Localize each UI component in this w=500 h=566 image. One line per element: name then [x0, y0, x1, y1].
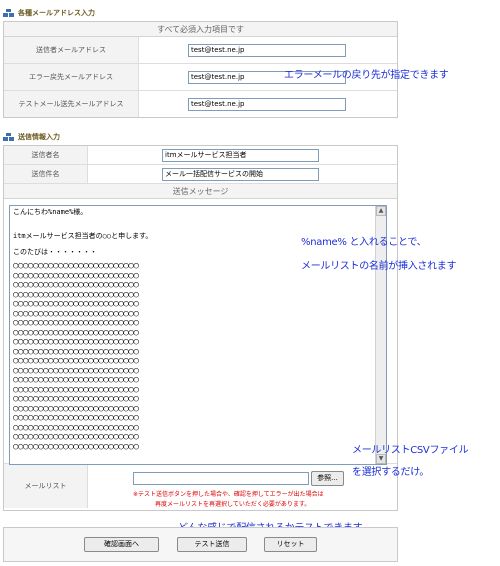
subject-row: 送信件名 メール一括配信サービスの開始 — [4, 165, 397, 184]
message-circle-rows: ○○○○○○○○○○○○○○○○○○○○○○○○○ ○○○○○○○○○○○○○○○… — [13, 261, 283, 452]
sender-address-row: 送信者メールアドレス test@test.ne.jp — [4, 37, 397, 64]
test-address-input[interactable]: test@test.ne.jp — [188, 97, 346, 111]
sender-address-label: 送信者メールアドレス — [4, 37, 139, 63]
message-circle-row: ○○○○○○○○○○○○○○○○○○○○○○○○○ — [13, 441, 139, 452]
address-section-title: 各種メールアドレス入力 — [18, 9, 95, 17]
sender-name-label: 送信者名 — [4, 146, 88, 164]
test-address-label: テストメール送先メールアドレス — [4, 91, 139, 117]
error-return-note: エラーメールの戻り先が指定できます — [284, 70, 449, 81]
sender-address-input[interactable]: test@test.ne.jp — [188, 43, 346, 57]
send-section-title: 送信情報入力 — [18, 133, 60, 141]
test-send-button[interactable]: テスト送信 — [177, 537, 247, 552]
send-section-heading: 送信情報入力 — [3, 131, 60, 143]
browse-button[interactable]: 参照... — [311, 471, 344, 486]
test-address-row: テストメール送先メールアドレス test@test.ne.jp — [4, 91, 397, 117]
csv-note-line1: メールリストCSVファイル — [352, 445, 469, 456]
required-notice: すべて必須入力項目です — [4, 22, 397, 37]
name-tag-note-line1: %name% と入れることで、 — [301, 237, 427, 248]
scroll-up-arrow-icon[interactable]: ▲ — [376, 206, 386, 216]
sender-name-row: 送信者名 itmメールサービス担当者 — [4, 146, 397, 165]
message-line-3: このたびは・・・・・・・ — [13, 248, 97, 256]
section-icon — [3, 8, 14, 17]
mail-list-file-input[interactable] — [133, 472, 309, 485]
mail-list-label: メールリスト — [4, 464, 88, 508]
message-line-2: itmメールサービス担当者の○○と申します。 — [13, 232, 153, 240]
reset-button[interactable]: リセット — [264, 537, 317, 552]
warning-line-2: 再度メールリストを再選択していただく必要があります。 — [155, 501, 311, 508]
confirm-button[interactable]: 確認画面へ — [84, 537, 159, 552]
message-text: こんにちわ%name%様。 itmメールサービス担当者の○○と申します。 このた… — [13, 208, 373, 256]
message-label: 送信メッセージ — [4, 184, 397, 199]
error-address-label: エラー戻先メールアドレス — [4, 64, 139, 90]
name-tag-note-line2: メールリストの名前が挿入されます — [301, 261, 457, 272]
subject-input[interactable]: メール一括配信サービスの開始 — [162, 167, 319, 181]
message-line-1: こんにちわ%name%様。 — [13, 208, 88, 216]
address-section-heading: 各種メールアドレス入力 — [3, 7, 95, 19]
csv-note-line2: を選択するだけ。 — [352, 467, 430, 478]
warning-line-1: ※テスト送信ボタンを押した場合や、確認を押してエラーが出た場合は — [133, 491, 324, 498]
sender-name-input[interactable]: itmメールサービス担当者 — [162, 148, 319, 162]
subject-label: 送信件名 — [4, 165, 88, 183]
section-icon — [3, 132, 14, 141]
